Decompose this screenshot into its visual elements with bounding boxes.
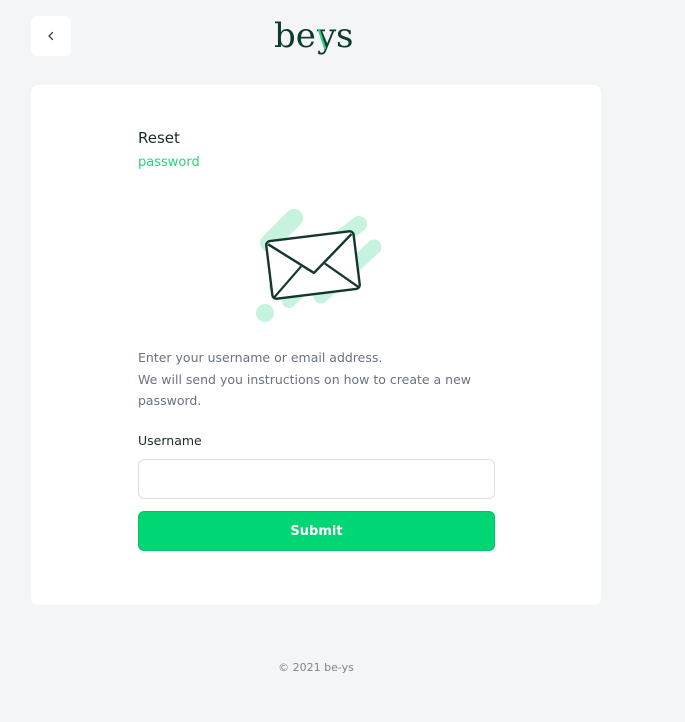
username-input[interactable] xyxy=(138,459,495,499)
footer-copyright: © 2021 be-ys xyxy=(278,661,354,674)
brand-logo: be y s xyxy=(274,14,360,69)
instructions-line-1: Enter your username or email address. xyxy=(138,350,383,365)
back-button[interactable] xyxy=(31,16,71,56)
svg-text:y: y xyxy=(316,16,337,56)
envelope-icon xyxy=(249,209,389,329)
svg-text:s: s xyxy=(336,16,353,56)
page-subtitle: password xyxy=(138,155,200,170)
username-label: Username xyxy=(138,433,202,448)
chevron-left-icon xyxy=(45,27,57,46)
reset-password-card: Reset password Enter your username or em… xyxy=(31,85,601,605)
page-title: Reset xyxy=(138,129,180,147)
submit-button[interactable]: Submit xyxy=(138,511,495,551)
instructions-line-2: We will send you instructions on how to … xyxy=(138,371,472,409)
instructions-text: Enter your username or email address. We… xyxy=(138,347,488,412)
svg-text:be: be xyxy=(274,16,316,56)
